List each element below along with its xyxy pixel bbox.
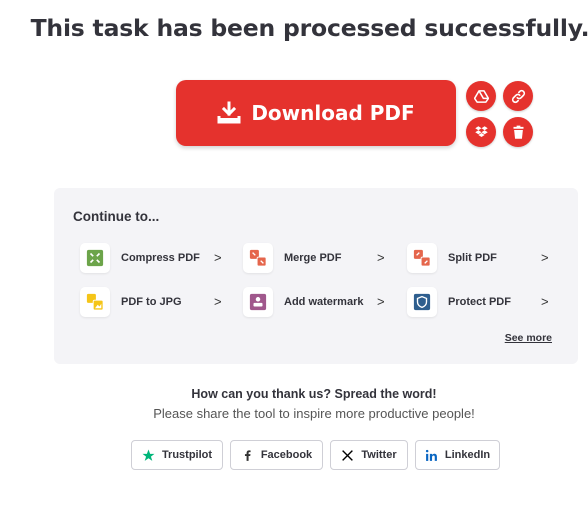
image-icon: [86, 293, 104, 311]
download-icon: [217, 101, 241, 124]
facebook-label: Facebook: [260, 449, 313, 461]
trustpilot-button[interactable]: Trustpilot: [131, 440, 223, 470]
compress-icon: [86, 249, 104, 267]
share-subheading: Please share the tool to inspire more pr…: [153, 406, 475, 421]
page-title: This task has been processed successfull…: [30, 14, 588, 42]
tool-label: PDF to JPG: [121, 296, 182, 308]
chevron-right-icon: >: [377, 250, 385, 265]
chevron-right-icon: >: [541, 294, 549, 309]
dropbox-icon: [474, 125, 488, 137]
google-drive-button[interactable]: [466, 81, 496, 111]
chevron-right-icon: >: [214, 250, 222, 265]
watermark-icon: [249, 293, 267, 311]
delete-button[interactable]: [503, 117, 533, 147]
linkedin-label: LinkedIn: [444, 449, 491, 461]
share-heading: How can you thank us? Spread the word!: [191, 387, 437, 401]
download-pdf-button[interactable]: Download PDF: [176, 80, 456, 146]
google-drive-icon: [473, 89, 489, 103]
copy-link-button[interactable]: [503, 81, 533, 111]
tool-compress-pdf[interactable]: Compress PDF >: [80, 243, 222, 273]
tool-label: Merge PDF: [284, 252, 342, 264]
shield-icon: [413, 293, 431, 311]
tool-add-watermark[interactable]: Add watermark >: [243, 287, 385, 317]
see-more-link[interactable]: See more: [505, 332, 552, 344]
twitter-label: Twitter: [361, 449, 397, 461]
tool-merge-pdf[interactable]: Merge PDF >: [243, 243, 385, 273]
tool-split-pdf[interactable]: Split PDF >: [407, 243, 549, 273]
merge-icon: [249, 249, 267, 267]
trustpilot-label: Trustpilot: [161, 449, 213, 461]
download-pdf-label: Download PDF: [251, 101, 415, 125]
continue-panel: Continue to... Compress PDF > Merge PDF …: [54, 188, 578, 364]
linkedin-button[interactable]: LinkedIn: [415, 440, 500, 470]
tool-label: Split PDF: [448, 252, 497, 264]
continue-title: Continue to...: [73, 209, 160, 224]
tool-label: Protect PDF: [448, 296, 511, 308]
x-icon: [342, 449, 354, 461]
trash-icon: [513, 125, 523, 139]
facebook-button[interactable]: Facebook: [230, 440, 323, 470]
star-icon: [142, 449, 155, 461]
tool-protect-pdf[interactable]: Protect PDF >: [407, 287, 549, 317]
split-icon: [413, 249, 431, 267]
chevron-right-icon: >: [377, 294, 385, 309]
tool-pdf-to-jpg[interactable]: PDF to JPG >: [80, 287, 222, 317]
linkedin-icon: [425, 449, 437, 461]
chevron-right-icon: >: [214, 294, 222, 309]
tool-label: Add watermark: [284, 296, 364, 308]
chevron-right-icon: >: [541, 250, 549, 265]
dropbox-button[interactable]: [466, 117, 496, 147]
link-icon: [511, 89, 525, 103]
facebook-icon: [244, 449, 251, 461]
twitter-button[interactable]: Twitter: [330, 440, 408, 470]
tool-label: Compress PDF: [121, 252, 200, 264]
